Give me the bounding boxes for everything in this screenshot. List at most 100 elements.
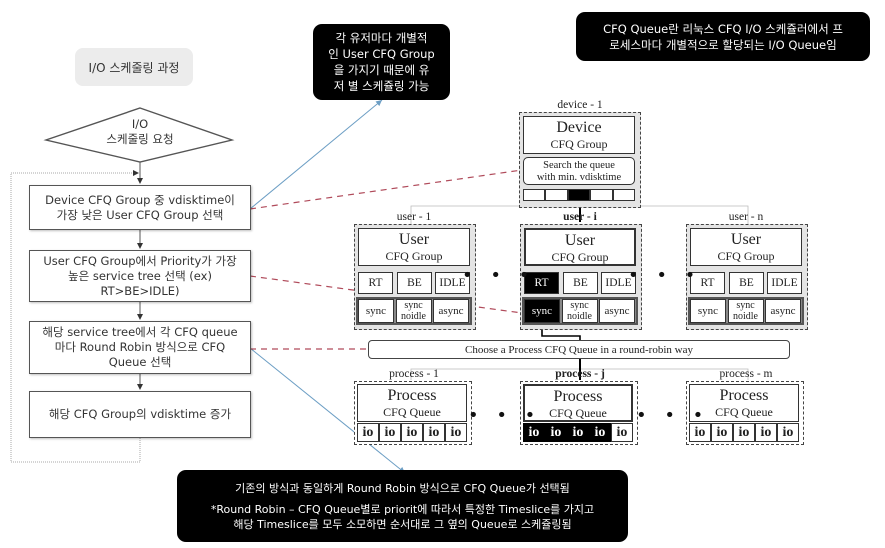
user-cfq-group: User CFQ Group RT BE IDLE sync sync noidle asyn… [354,224,476,330]
process-ellipsis: • • • [468,405,542,426]
step-line: 해당 service tree에서 각 CFQ queue [42,325,238,339]
process-ellipsis: • • • [636,405,710,426]
process-subtitle: CFQ Queue [383,405,441,419]
user-cfq-group: User CFQ Group RT BE IDLE sync sync noidle asyn… [520,224,642,330]
device-queue-slot [523,189,546,201]
round-robin-bar: Choose a Process CFQ Queue in a round-ro… [368,340,790,359]
priority-class-idle: IDLE [767,272,802,294]
service-tree-sync: sync [358,299,394,323]
service-tree-sync: sync [524,299,560,323]
step-line: 가장 낮은 User CFQ Group 선택 [56,207,224,222]
service-tree-sync-noidle: sync noidle [727,299,764,323]
device-search-line: with min. vdisktime [536,172,622,183]
callout-line: 로세스마다 개별적으로 할당되는 I/O Queue임 [609,37,837,52]
process-label: process - m [719,368,773,380]
device-queue-slots [523,189,636,201]
service-tree-sync-noidle: sync noidle [395,299,432,323]
flow-step-increase-vdisktime: 해당 CFQ Group의 vdisktime 증가 [29,391,251,438]
callout-user-group: 각 유저마다 개별적 인 User CFQ Group 을 가지기 때문에 유 … [313,24,450,100]
io-request: io [423,423,445,442]
io-request: io [379,423,401,442]
service-tree-sync-noidle: sync noidle [561,299,598,323]
flow-step-select-user-group: Device CFQ Group 중 vdisktime이 가장 낮은 User … [29,185,251,230]
device-title: Device [556,119,602,136]
step-line: RT>BE>IDLE) [100,283,180,298]
device-queue-slot [545,189,568,201]
user-label: user - n [728,211,764,223]
service-tree-sync: sync [690,299,726,323]
start-node-text: I/O 스케줄링 요청 [60,117,220,147]
priority-class-be: BE [563,272,598,294]
user-subtitle: CFQ Group [551,250,609,264]
device-header: Device CFQ Group [523,116,635,154]
process-title: Process [719,387,769,404]
callout-line: 기존의 방식과 동일하게 Round Robin 방식으로 CFQ Queue가… [235,481,570,495]
service-tree-row: sync sync noidle async [356,297,472,325]
process-title: Process [387,387,437,404]
io-request: io [445,423,467,442]
device-search-line: Search the queue [543,160,615,171]
device-search-box: Search the queue with min. vdisktime [523,157,635,185]
flowchart-title: I/O 스케줄링 과정 [75,48,193,86]
process-cfq-queue: Process CFQ Queue io io io io io [354,381,472,445]
io-request: io [545,423,567,442]
flow-step-select-cfq-queue: 해당 service tree에서 각 CFQ queue 마다 Round Ro… [29,321,251,374]
device-queue-slot [567,189,591,201]
user-title: User [730,231,762,248]
service-tree-row: sync sync noidle async [522,297,638,325]
start-node-line: 스케줄링 요청 [106,132,174,146]
process-header: Process CFQ Queue [357,384,467,422]
io-request: io [589,423,611,442]
step-line: Queue 선택 [108,355,172,369]
callout-line: 저 별 스케쥴링 가능 [333,79,430,93]
device-queue-slot [590,189,613,201]
io-request: io [611,423,633,442]
service-tree-async: async [765,299,801,323]
device-label: device - 1 [557,99,603,111]
device-queue-slot [612,189,636,201]
callout-line: *Round Robin – CFQ Queue별로 priorit에 따라서 … [210,502,595,516]
user-title: User [398,231,430,248]
user-subtitle: CFQ Group [717,249,775,263]
user-ellipsis: • • • [628,265,702,286]
device-cfq-group: Device CFQ Group Search the queue with m… [519,112,641,208]
io-request: io [567,423,589,442]
io-request: io [711,423,733,442]
io-request: io [755,423,777,442]
user-title: User [564,232,596,249]
service-tree-async: async [599,299,635,323]
user-header: User CFQ Group [524,228,636,266]
process-title: Process [553,388,603,405]
user-selected-link [541,330,581,340]
user-header: User CFQ Group [690,228,802,266]
callout-line: 해당 Timeslice를 모두 소모하면 순서대로 그 옆의 Queue로 스… [233,517,572,531]
priority-class-rt: RT [358,272,393,294]
start-node-line: I/O [131,117,149,131]
user-cfq-group: User CFQ Group RT BE IDLE sync sync noidle asyn… [686,224,808,330]
io-request: io [357,423,379,442]
callout-line: 각 유저마다 개별적 [335,31,428,45]
service-tree-async: async [433,299,469,323]
flow-step-select-service-tree: User CFQ Group에서 Priority가 가장 높은 service … [29,250,251,302]
callout-round-robin: 기존의 방식과 동일하게 Round Robin 방식으로 CFQ Queue가… [177,470,628,542]
user-ellipsis: • • • [462,265,536,286]
step-line: 높은 service tree 선택 (ex) [68,268,212,283]
step-line: User CFQ Group에서 Priority가 가장 [43,253,237,268]
callout-line: 을 가지기 때문에 유 [333,63,430,77]
io-request: io [733,423,755,442]
priority-class-be: BE [397,272,432,294]
step-line: 해당 CFQ Group의 vdisktime 증가 [48,407,232,421]
user-header: User CFQ Group [358,228,470,266]
callout-line: CFQ Queue란 리눅스 CFQ I/O 스케쥴러에서 프 [603,21,843,36]
user-subtitle: CFQ Group [385,249,443,263]
step-line: Device CFQ Group 중 vdisktime이 [45,192,235,207]
user-label: user - i [563,211,597,223]
device-subtitle: CFQ Group [550,137,608,151]
callout-definition: CFQ Queue란 리눅스 CFQ I/O 스케쥴러에서 프 로세스마다 개별… [576,12,870,61]
step-line: 마다 Round Robin 방식으로 CFQ [54,340,226,354]
io-request: io [777,423,799,442]
process-label: process - j [555,368,605,380]
process-label: process - 1 [389,368,439,380]
user-label: user - 1 [396,211,432,223]
callout-line: 인 User CFQ Group [328,47,435,61]
